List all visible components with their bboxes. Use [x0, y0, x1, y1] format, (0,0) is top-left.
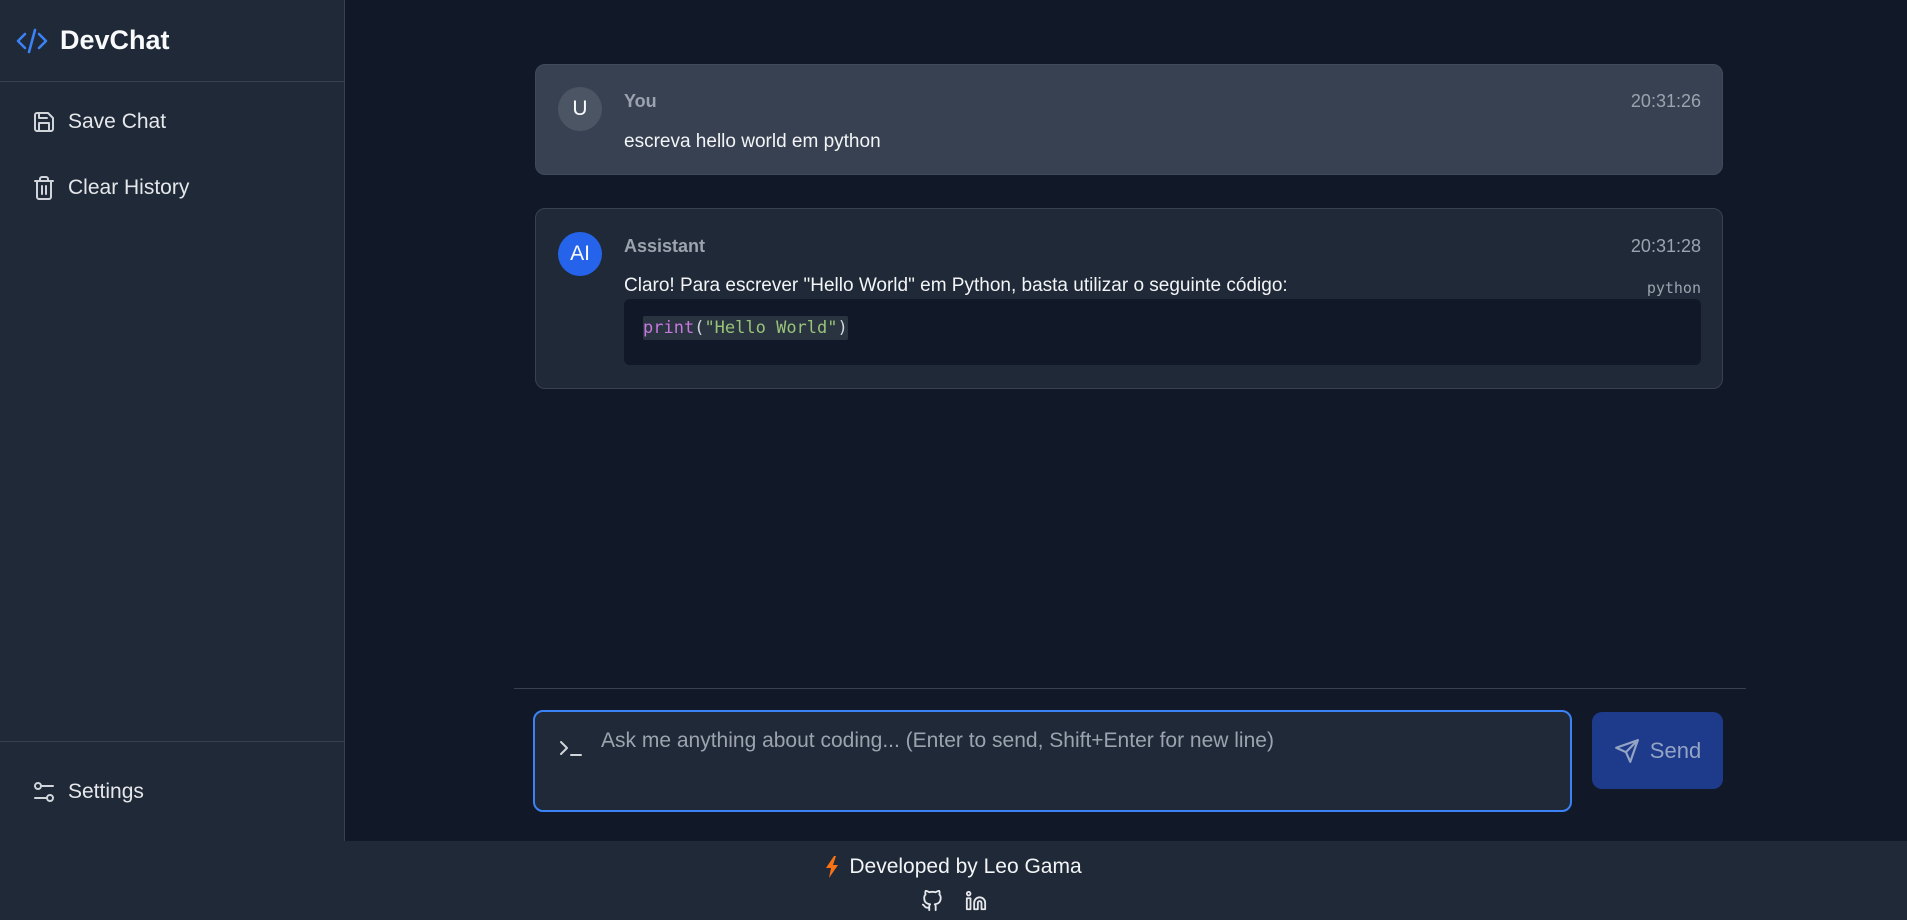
code-line: print("Hello World") [643, 316, 848, 340]
sliders-icon [32, 780, 56, 804]
chat-input[interactable] [601, 726, 1551, 796]
code-block[interactable]: print("Hello World") [624, 299, 1701, 365]
brand: DevChat [0, 0, 344, 82]
footer-credit: Developed by Leo Gama [0, 855, 1907, 879]
message-text: escreva hello world em python [624, 131, 881, 152]
code-function: print [643, 318, 695, 338]
settings-button[interactable]: Settings [12, 766, 332, 818]
bolt-icon [825, 856, 839, 878]
save-chat-label: Save Chat [68, 110, 167, 133]
send-icon [1614, 738, 1640, 764]
code-icon [16, 28, 48, 54]
save-icon [32, 110, 56, 134]
footer: Developed by Leo Gama [0, 841, 1907, 920]
code-language-label: python [1646, 279, 1701, 297]
clear-history-button[interactable]: Clear History [12, 162, 332, 214]
message-sender: Assistant [624, 236, 706, 256]
sidebar-bottom: Settings [0, 741, 344, 841]
sidebar: DevChat Save Chat Clear History Settings [0, 0, 345, 841]
app-title: DevChat [60, 25, 170, 55]
trash-icon [32, 175, 56, 201]
message-text: Claro! Para escrever "Hello World" em Py… [624, 275, 1288, 296]
footer-credit-text: Developed by Leo Gama [849, 855, 1082, 878]
github-icon[interactable] [921, 890, 943, 912]
user-avatar: U [558, 87, 602, 131]
user-message: U You 20:31:26 escreva hello world em py… [535, 64, 1723, 175]
code-string: "Hello World" [704, 318, 838, 338]
terminal-icon [559, 738, 583, 758]
send-button[interactable]: Send [1592, 712, 1723, 789]
assistant-avatar: AI [558, 232, 602, 276]
sidebar-menu: Save Chat Clear History [0, 82, 344, 741]
linkedin-icon[interactable] [965, 890, 987, 912]
message-timestamp: 20:31:28 [1630, 236, 1701, 256]
send-label: Send [1649, 737, 1702, 763]
chat-input-box[interactable] [533, 710, 1572, 812]
assistant-message: AI Assistant 20:31:28 Claro! Para escrev… [535, 208, 1723, 389]
footer-links [0, 890, 1907, 912]
settings-label: Settings [68, 780, 144, 803]
save-chat-button[interactable]: Save Chat [12, 96, 332, 148]
message-timestamp: 20:31:26 [1630, 91, 1701, 111]
composer-divider [514, 688, 1746, 689]
message-sender: You [624, 91, 657, 111]
code-paren-open: ( [694, 318, 705, 338]
code-paren-close: ) [837, 318, 848, 338]
clear-history-label: Clear History [68, 176, 190, 199]
